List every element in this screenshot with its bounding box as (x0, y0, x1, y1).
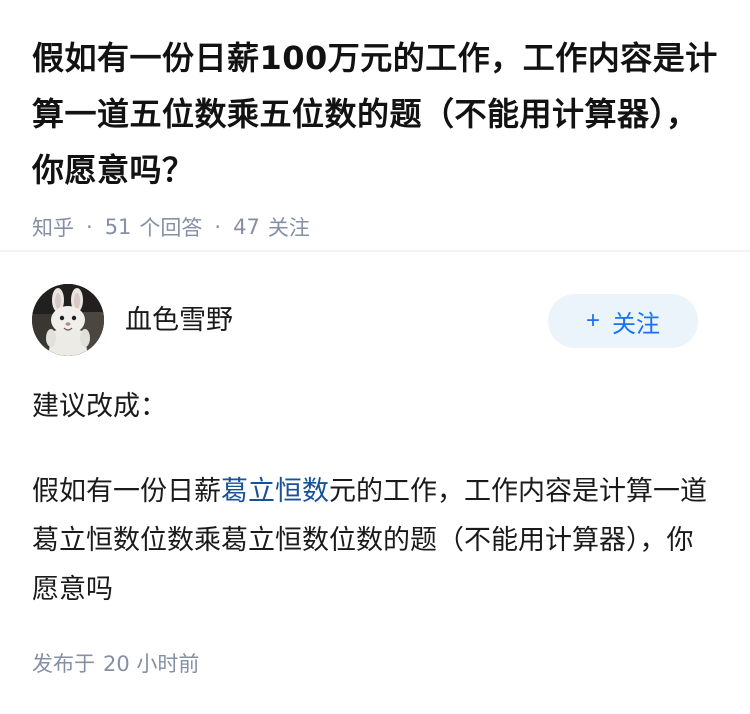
published-time[interactable]: 发布于 20 小时前 (32, 648, 199, 678)
author-name[interactable]: 血色雪野 (125, 298, 233, 337)
answers-count[interactable]: 51 (105, 215, 132, 239)
plus-icon: + (585, 307, 600, 334)
source-label: 知乎 (32, 216, 74, 240)
answer-text-part-1: 假如有一份日薪 (32, 476, 221, 507)
follow-button-label: 关注 (612, 310, 660, 338)
answer-paragraph-2: 假如有一份日薪葛立恒数元的工作，工作内容是计算一道葛立恒数位数乘葛立恒数位数的题… (32, 467, 712, 614)
section-divider (0, 250, 750, 252)
answers-label[interactable]: 个回答 (139, 212, 202, 242)
published-time-value: 20 小时前 (103, 652, 200, 676)
question-meta: 知乎 · 51 个回答 · 47 关注 (32, 212, 722, 242)
answer-content: 建议改成： 假如有一份日薪葛立恒数元的工作，工作内容是计算一道葛立恒数位数乘葛立… (32, 382, 712, 614)
published-label: 发布于 (32, 652, 95, 676)
followers-count[interactable]: 47 (233, 215, 260, 239)
grahams-number-link[interactable]: 葛立恒数 (221, 476, 329, 507)
meta-separator: · (86, 215, 93, 239)
answer-author: 血色雪野 + 关注 (32, 284, 718, 356)
answer-paragraph-1: 建议改成： (32, 391, 167, 422)
meta-separator: · (214, 215, 222, 239)
follow-button[interactable]: + 关注 (548, 294, 698, 348)
rabbit-avatar-icon[interactable] (32, 284, 104, 356)
followers-label[interactable]: 关注 (268, 212, 310, 242)
question-title[interactable]: 假如有一份日薪100万元的工作，工作内容是计算一道五位数乘五位数的题（不能用计算… (32, 30, 722, 198)
question-header: 假如有一份日薪100万元的工作，工作内容是计算一道五位数乘五位数的题（不能用计算… (32, 30, 722, 242)
